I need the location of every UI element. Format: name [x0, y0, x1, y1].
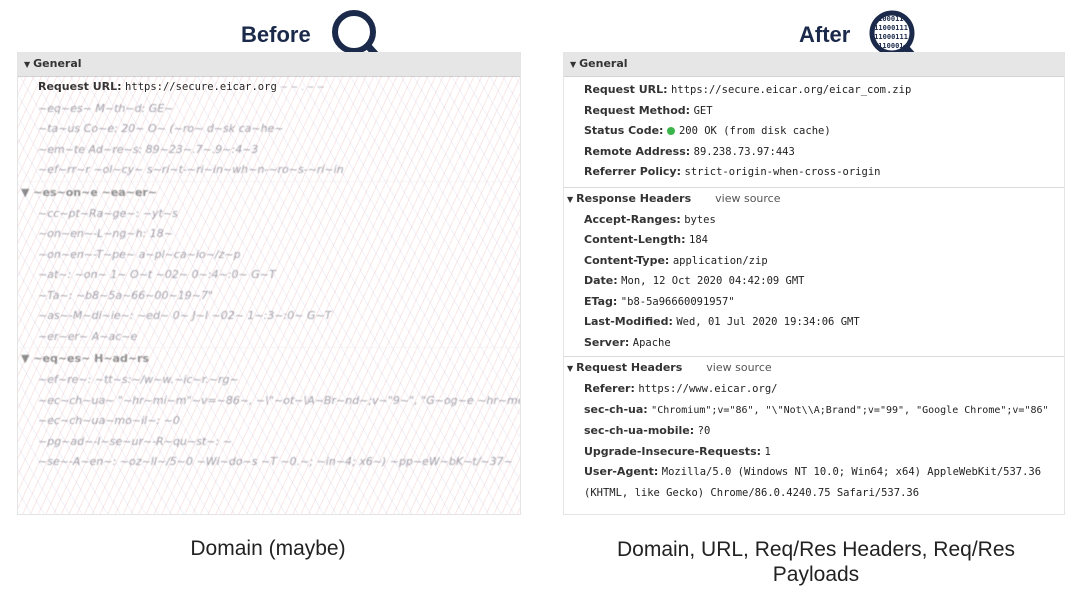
view-source-link[interactable]: view source: [715, 192, 780, 205]
blurred-row: ~ef~rr~r ~ol~cy~ s~ri~t-~ri~in~wh~n-~ro~…: [38, 163, 344, 176]
header-row: Accept-Ranges: bytes: [564, 210, 1064, 231]
blurred-row: ~ta~us Co~e: 20~ O~ (~ro~ d~sk ca~he~: [38, 122, 284, 135]
header-key: Upgrade-Insecure-Requests:: [584, 444, 762, 458]
header-key: Referer:: [584, 382, 635, 395]
blurred-row: ~ec~ch~ua~ "~hr~mi~m"~v=~86~, ~\"~ot~\A~…: [38, 393, 521, 407]
header-row: User-Agent: Mozilla/5.0 (Windows NT 10.0…: [564, 462, 1064, 503]
header-row: Remote Address: 89.238.73.97:443: [564, 142, 1064, 163]
request-headers-section-header[interactable]: ▼ Request Headers view source: [564, 356, 1064, 379]
header-row: sec-ch-ua: "Chromium";v="86", "\"Not\\A;…: [564, 400, 1064, 422]
header-key: Date:: [584, 274, 618, 287]
header-key: User-Agent:: [584, 465, 659, 478]
request-url-row: Request URL: https://secure.eicar.org ~ …: [18, 77, 520, 99]
before-heading: Before: [241, 22, 311, 47]
header-value: strict-origin-when-cross-origin: [684, 166, 881, 178]
after-devtools-panel: ▼ General Request URL: https://secure.eic…: [563, 52, 1065, 515]
collapse-triangle-icon[interactable]: ▼: [24, 60, 30, 69]
blurred-row: ~cc~pt~Ra~ge~: ~yt~s: [38, 206, 178, 220]
header-key: Content-Type:: [584, 253, 670, 267]
header-key: Accept-Ranges:: [584, 212, 681, 226]
section-label: Response Headers: [576, 191, 692, 205]
section-label: General: [579, 57, 628, 70]
header-row: Date: Mon, 12 Oct 2020 04:42:09 GMT: [564, 271, 1064, 292]
header-value: https://secure.eicar.org/eicar_com.zip: [671, 84, 912, 96]
header-value: 1: [764, 445, 771, 458]
header-value: Apache: [632, 336, 671, 349]
header-row: Request URL: https://secure.eicar.org/ei…: [564, 80, 1064, 101]
header-key: Request URL:: [584, 83, 668, 96]
before-caption: Domain (maybe): [190, 537, 346, 560]
after-caption: Domain, URL, Req/Res Headers, Req/Res Pa…: [617, 538, 1015, 586]
blurred-row: ~at~: ~on~ 1~ O~t ~02~ 0~:4~:0~ G~T: [38, 268, 276, 281]
header-value: bytes: [684, 213, 716, 226]
request-header-rows: Referer: https://www.eicar.org/ sec-ch-u…: [564, 379, 1064, 503]
header-value: Mon, 12 Oct 2020 04:42:09 GMT: [621, 275, 805, 287]
blurred-row: ~on~en~-T~pe~ a~pl~ca~io~/z~p: [38, 247, 241, 261]
general-rows: Request URL: https://secure.eicar.org/ei…: [564, 77, 1064, 183]
header-row: Content-Length: 184: [564, 230, 1064, 251]
header-key: Request Method:: [584, 103, 691, 117]
header-key: ETag:: [584, 294, 618, 308]
blurred-row: ~Ta~: ~b8~5a~66~00~19~7": [38, 288, 214, 302]
header-value: https://secure.eicar.org: [125, 81, 277, 93]
view-source-link[interactable]: view source: [706, 361, 771, 374]
header-key: Status Code:: [584, 124, 664, 137]
blurred-row: ~ef~re~: ~tt~s:~/w~w.~ic~r.~rg~: [38, 373, 239, 386]
blurred-row: ~ec~ch~ua~mo~il~: ~0: [38, 414, 180, 427]
header-row: Server: Apache: [564, 333, 1064, 354]
collapse-triangle-icon[interactable]: ▼: [567, 364, 573, 373]
before-devtools-panel: ▼ General Request URL: https://secure.eic…: [17, 52, 521, 515]
header-value: Wed, 01 Jul 2020 19:34:06 GMT: [676, 316, 860, 328]
blurred-row: ~er~er~ A~ac~e: [38, 329, 138, 343]
section-label: General: [33, 57, 82, 70]
header-key: Content-Length:: [584, 233, 686, 246]
header-value: "b8-5a96660091957": [620, 295, 735, 308]
header-row: Upgrade-Insecure-Requests: 1: [564, 442, 1064, 463]
blurred-section-title: ▼ ~es~on~e ~ea~er~: [18, 180, 520, 204]
header-value: 89.238.73.97:443: [693, 145, 795, 158]
blurred-row: ~pg~ad~-I~se~ur~-R~qu~st~: ~: [38, 434, 232, 448]
header-row: sec-ch-ua-mobile: ?0: [564, 421, 1064, 442]
collapse-triangle-icon[interactable]: ▼: [567, 195, 573, 204]
section-label: Request Headers: [576, 361, 683, 374]
header-key: Remote Address:: [584, 144, 691, 158]
header-row: Status Code: 200 OK (from disk cache): [564, 121, 1064, 142]
blurred-content: ~eq~es~ M~th~d: GE~ ~ta~us Co~e: 20~ O~ (…: [18, 99, 520, 473]
header-value: https://www.eicar.org/: [638, 383, 778, 395]
general-section-header[interactable]: ▼ General: [564, 52, 1064, 77]
header-value: 200 OK (from disk cache): [678, 125, 831, 137]
after-heading: After: [799, 22, 851, 47]
header-key: sec-ch-ua:: [584, 402, 648, 416]
header-key: Last-Modified:: [584, 315, 673, 328]
collapse-triangle-icon[interactable]: ▼: [570, 60, 576, 69]
header-key: Request URL:: [38, 80, 122, 93]
blurred-row: ~on~en~-L~ng~h: 18~: [38, 227, 173, 240]
header-row: Referer: https://www.eicar.org/: [564, 379, 1064, 400]
blurred-row: ~se~-A~en~: ~oz~ll~/5~0 ~Wi~do~s ~T ~0.~…: [38, 455, 513, 468]
header-value: ?0: [697, 425, 711, 437]
header-value: 184: [689, 234, 708, 246]
response-header-rows: Accept-Ranges: bytes Content-Length: 184…: [564, 210, 1064, 354]
header-row: Last-Modified: Wed, 01 Jul 2020 19:34:06…: [564, 312, 1064, 333]
header-value: "Chromium";v="86", "\"Not\\A;Brand";v="9…: [651, 404, 1049, 416]
blurred-row: ~em~te Ad~re~s: 89~23~.7~.9~:4~3: [38, 142, 259, 156]
header-value: application/zip: [672, 254, 768, 267]
status-ok-dot-icon: [666, 127, 675, 135]
blurred-row: ~eq~es~ M~th~d: GE~: [38, 101, 174, 115]
header-row: Request Method: GET: [564, 101, 1064, 122]
header-key: sec-ch-ua-mobile:: [584, 424, 695, 437]
header-row: Referrer Policy: strict-origin-when-cros…: [564, 162, 1064, 183]
header-row: Content-Type: application/zip: [564, 251, 1064, 272]
general-section-header[interactable]: ▼ General: [18, 52, 520, 77]
header-row: ETag: "b8-5a96660091957": [564, 292, 1064, 313]
blurred-row: ~as~-M~di~ie~: ~ed~ 0~ J~l ~02~ 1~:3~:0~…: [38, 309, 332, 322]
response-headers-section-header[interactable]: ▼ Response Headers view source: [564, 186, 1064, 210]
header-key: Server:: [584, 335, 630, 349]
blurred-text: ~ ~ . ~ ~: [280, 83, 325, 93]
blurred-section-title: ▼ ~eq~es~ H~ad~rs: [18, 347, 520, 370]
header-key: Referrer Policy:: [584, 165, 681, 178]
header-value: GET: [693, 104, 713, 117]
